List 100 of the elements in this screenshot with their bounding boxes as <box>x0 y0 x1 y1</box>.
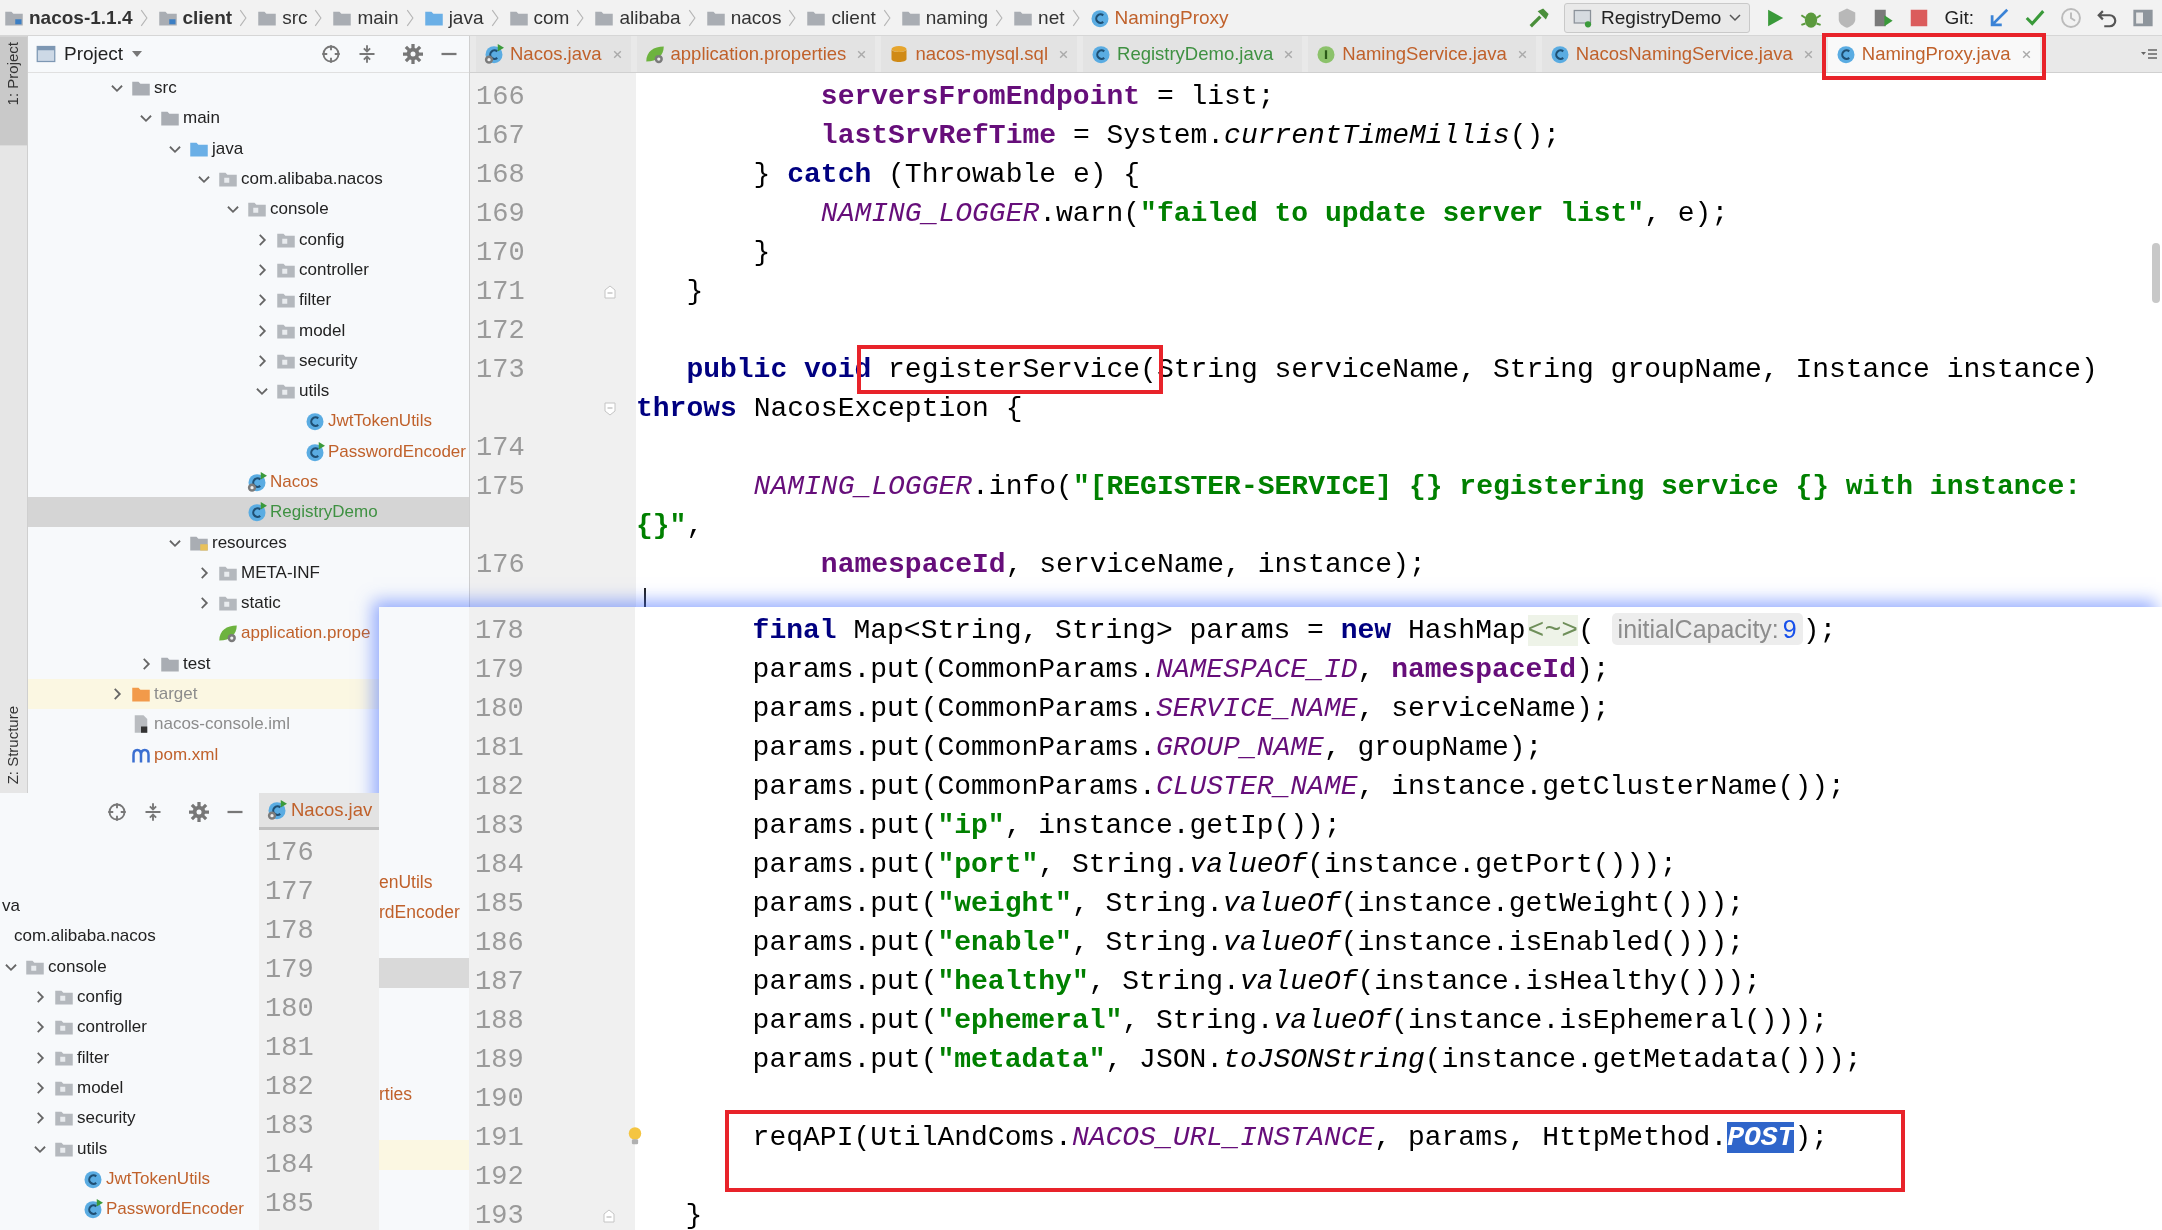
structure-tool-tab[interactable]: Z: Structure <box>0 699 27 790</box>
tab-list-icon[interactable] <box>2140 48 2158 60</box>
tree-item[interactable]: controller <box>28 254 469 286</box>
fold-marker-icon[interactable] <box>604 284 616 299</box>
breadcrumb-item[interactable]: client <box>157 6 233 29</box>
breadcrumb-item[interactable]: main <box>332 6 399 29</box>
tree-item[interactable]: filter <box>0 1042 259 1073</box>
window-icon <box>1573 7 1594 28</box>
tree-item[interactable]: static <box>28 588 469 619</box>
breadcrumb-item[interactable]: src <box>257 6 308 29</box>
collapse-icon[interactable] <box>357 44 377 64</box>
breadcrumb-item[interactable]: com <box>508 6 570 29</box>
window-icon <box>36 44 56 64</box>
breadcrumb-item[interactable]: nacos-1.1.4 <box>4 6 133 29</box>
tree-item[interactable]: console <box>28 194 469 225</box>
tree-item[interactable]: main <box>28 103 469 134</box>
class-icon <box>247 472 267 492</box>
breadcrumb-item[interactable]: client <box>806 6 876 29</box>
tree-item[interactable]: META-INF <box>28 557 469 589</box>
leaf-icon <box>644 44 665 64</box>
settings-icon[interactable] <box>189 801 209 822</box>
tree-item[interactable]: JwtTokenUtils <box>0 1163 259 1194</box>
class-icon <box>83 1199 103 1220</box>
tree-item[interactable]: va <box>0 891 259 922</box>
editor-tab[interactable]: NamingProxy.java <box>1827 36 2040 72</box>
line-number: 176 <box>476 549 525 580</box>
tree-item[interactable]: filter <box>28 285 469 316</box>
line-number: 175 <box>476 471 525 502</box>
code-line: final Map<String, String> params = new HashMap<~>( initialCapacity: 9 ); <box>751 615 1837 646</box>
tree-item[interactable]: security <box>0 1103 259 1134</box>
breadcrumb-item[interactable]: java <box>423 6 484 29</box>
code-line: params.put(CommonParams.GROUP_NAME, groupName); <box>751 732 1543 763</box>
line-number: 183 <box>265 1110 314 1141</box>
class-icon <box>83 1168 103 1189</box>
crosshair-icon[interactable] <box>321 44 341 64</box>
breadcrumb-item[interactable]: alibaba <box>594 6 681 29</box>
tree-item[interactable]: com.alibaba.nacos <box>28 163 469 195</box>
tree-item[interactable]: security <box>28 345 469 376</box>
collapse-icon[interactable] <box>143 801 163 822</box>
scrollbar-thumb[interactable] <box>2152 243 2160 303</box>
line-number: 186 <box>475 927 524 958</box>
tree-item[interactable]: model <box>0 1072 259 1104</box>
tree-item[interactable]: src <box>28 73 469 104</box>
tree-item[interactable]: rdEncoder <box>379 897 469 928</box>
vcs-label: Git: <box>1944 6 1974 29</box>
line-number: 170 <box>476 237 525 268</box>
code-line: params.put("port", String.valueOf(instance.getPort())); <box>751 849 1677 880</box>
tree-item[interactable]: rties <box>379 1079 469 1110</box>
tree-item[interactable]: pom.xml <box>28 739 469 770</box>
breadcrumb-item[interactable]: naming <box>900 6 989 29</box>
caret-icon <box>1729 13 1742 22</box>
tree-item[interactable]: config <box>0 981 259 1013</box>
project-tool-tab[interactable]: 1: Project <box>0 36 27 146</box>
tree-item[interactable]: application.prope <box>28 618 469 649</box>
tree-item[interactable]: PasswordEncoder <box>0 1193 259 1225</box>
line-number: 174 <box>476 432 525 463</box>
arrow-icon[interactable] <box>1988 6 2010 29</box>
tree-item[interactable]: model <box>28 315 469 346</box>
breadcrumb-item[interactable]: net <box>1013 6 1065 29</box>
line-number: 171 <box>476 276 525 307</box>
tree-item[interactable]: controller <box>0 1012 259 1043</box>
line-number: 188 <box>475 1005 524 1036</box>
tree-item[interactable]: console <box>0 951 259 982</box>
tree-item[interactable]: JwtTokenUtils <box>28 406 469 437</box>
close-icon[interactable] <box>2020 48 2032 60</box>
database-icon <box>889 44 910 64</box>
code-line: lastSrvRefTime = System.currentTimeMillis(); <box>819 120 1561 151</box>
tree-item[interactable]: com.alibaba.nacos <box>0 921 259 952</box>
panel-title[interactable]: Project <box>36 43 144 65</box>
tree-item[interactable]: resources <box>28 527 469 558</box>
code-line: serversFromEndpoint = list; <box>819 81 1275 112</box>
class-icon <box>484 44 504 64</box>
line-number: 184 <box>265 1149 314 1180</box>
tree-item[interactable]: test <box>28 648 469 679</box>
breadcrumb-item[interactable]: nacos <box>705 6 782 29</box>
breadcrumb-item[interactable]: NamingProxy <box>1089 6 1229 29</box>
run-configuration-dropdown[interactable]: RegistryDemo <box>1564 2 1751 33</box>
class-icon <box>247 502 267 523</box>
crosshair-icon[interactable] <box>107 801 127 822</box>
tree-item[interactable]: utils <box>28 375 469 407</box>
line-number: 169 <box>476 198 525 229</box>
tree-item[interactable]: Nacos <box>28 466 469 498</box>
line-number: 178 <box>475 615 524 646</box>
line-number: 192 <box>475 1161 524 1192</box>
hammer-icon[interactable] <box>1528 6 1551 29</box>
tree-item[interactable]: java <box>28 133 469 164</box>
leaf-icon <box>218 623 238 644</box>
fold-marker-icon[interactable] <box>603 1208 615 1223</box>
line-number: 179 <box>265 954 314 985</box>
line-number: 181 <box>475 732 524 763</box>
class-icon <box>305 441 325 462</box>
line-number: 193 <box>475 1200 524 1230</box>
line-number: 177 <box>265 876 314 907</box>
settings-icon[interactable] <box>403 44 423 64</box>
line-number: 189 <box>475 1044 524 1075</box>
tree-item[interactable]: PasswordEncoder <box>28 436 469 467</box>
tree-item[interactable]: enUtils <box>379 867 469 898</box>
tree-item[interactable]: config <box>28 224 469 255</box>
fold-marker-icon[interactable] <box>604 401 616 416</box>
tree-item[interactable]: utils <box>0 1133 259 1164</box>
